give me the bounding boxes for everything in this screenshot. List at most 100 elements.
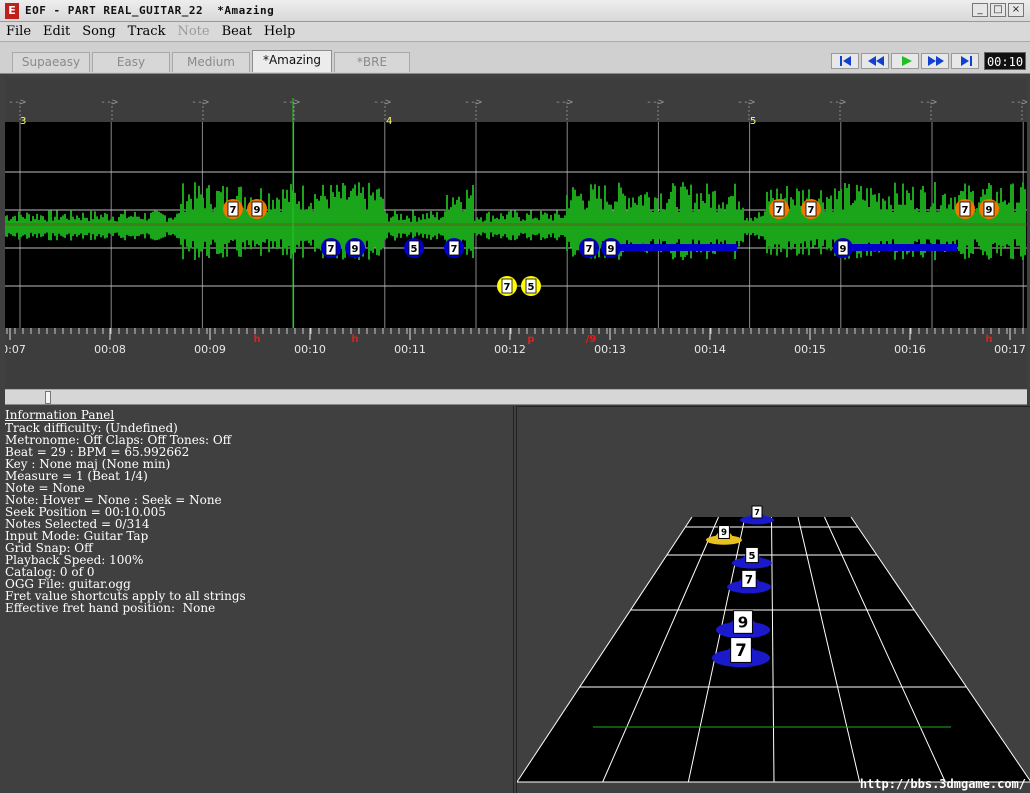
transport-controls: 00:10 <box>831 52 1026 70</box>
note-orange[interactable]: 7 <box>769 199 789 219</box>
time-label: 00:13 <box>594 343 626 356</box>
play-button[interactable] <box>891 53 919 69</box>
time-label: 00:08 <box>94 343 126 356</box>
menu-track[interactable]: Track <box>122 24 172 39</box>
minimize-button[interactable]: _ <box>972 3 988 17</box>
note-orange[interactable]: 9 <box>247 199 267 219</box>
note-blue[interactable]: 7 <box>579 238 599 258</box>
info-panel-title: Information Panel <box>5 408 115 422</box>
note-orange[interactable]: 7 <box>223 199 243 219</box>
note-blue[interactable]: 9 <box>833 238 853 258</box>
title-bar: E EOF - PART REAL_GUITAR_22 *Amazing _ □… <box>0 0 1030 22</box>
fast-forward-button[interactable] <box>921 53 949 69</box>
beat-arrow-label: --> <box>100 97 118 108</box>
time-label: 00:17 <box>994 343 1026 356</box>
menu-file[interactable]: File <box>0 24 37 39</box>
3d-note: 7 <box>740 505 774 525</box>
note-yellow[interactable]: 7 <box>497 276 517 296</box>
editor-canvas[interactable]: --> --> --> --> --> --> --> --> --> --> --> --> 3 4… <box>5 78 1027 388</box>
seek-end-button[interactable] <box>951 53 979 69</box>
fast-forward-icon <box>928 56 944 66</box>
svg-text:7: 7 <box>962 205 969 216</box>
measure-3-label: 3 <box>20 116 26 127</box>
note-blue[interactable]: 9 <box>345 238 365 258</box>
technique-marker: h <box>253 334 260 345</box>
seek-start-icon <box>840 56 851 66</box>
menu-bar: File Edit Song Track Note Beat Help <box>0 22 1030 42</box>
svg-text:9: 9 <box>608 244 615 255</box>
note-orange[interactable]: 7 <box>955 199 975 219</box>
seek-end-icon <box>961 56 972 66</box>
beat-arrow-label: --> <box>8 97 26 108</box>
svg-text:7: 7 <box>808 205 815 216</box>
tab-supaeasy[interactable]: Supaeasy <box>12 52 90 72</box>
tab-easy[interactable]: Easy <box>92 52 170 72</box>
time-label: 00:11 <box>394 343 426 356</box>
time-label: 00:10 <box>294 343 326 356</box>
beat-arrow-label: --> <box>919 97 937 108</box>
note-orange[interactable]: 7 <box>801 199 821 219</box>
time-label: 00:12 <box>494 343 526 356</box>
note-blue[interactable]: 7 <box>444 238 464 258</box>
time-label: 00:14 <box>694 343 726 356</box>
svg-text:7: 7 <box>504 282 511 293</box>
beat-arrow-label: --> <box>464 97 482 108</box>
menu-help[interactable]: Help <box>258 24 302 39</box>
note-blue[interactable]: 7 <box>321 238 341 258</box>
menu-edit[interactable]: Edit <box>37 24 76 39</box>
svg-text:7: 7 <box>586 244 593 255</box>
svg-text:7: 7 <box>735 641 747 660</box>
rewind-button[interactable] <box>861 53 889 69</box>
maximize-button[interactable]: □ <box>990 3 1006 17</box>
note-blue[interactable]: 5 <box>404 238 424 258</box>
menu-beat[interactable]: Beat <box>216 24 258 39</box>
time-label: 00:07 <box>5 343 26 356</box>
app-icon: E <box>5 2 19 19</box>
tab-medium[interactable]: Medium <box>172 52 250 72</box>
svg-text:7: 7 <box>776 205 783 216</box>
svg-text:9: 9 <box>721 528 727 538</box>
seek-thumb[interactable] <box>45 391 51 404</box>
svg-text:9: 9 <box>738 614 749 632</box>
svg-text:9: 9 <box>840 244 847 255</box>
svg-text:5: 5 <box>411 244 418 255</box>
menu-note[interactable]: Note <box>171 24 215 39</box>
3d-preview: 7 9 5 7 9 7 http://bbs.3dmgame.com/ <box>516 406 1030 793</box>
note-blue[interactable]: 9 <box>601 238 621 258</box>
seek-start-button[interactable] <box>831 53 859 69</box>
note-editor[interactable]: --> --> --> --> --> --> --> --> --> --> --> --> 3 4… <box>5 78 1027 388</box>
technique-marker: h <box>985 334 992 345</box>
beat-arrow-label: --> <box>373 97 391 108</box>
time-display: 00:10 <box>984 52 1026 70</box>
beat-arrow-label: --> <box>828 97 846 108</box>
tab-bre[interactable]: *BRE <box>334 52 410 72</box>
beat-arrow-label: --> <box>555 97 573 108</box>
technique-marker: /9 <box>586 334 597 345</box>
beat-arrow-label: --> <box>191 97 209 108</box>
beat-arrow-label: --> <box>737 97 755 108</box>
technique-marker: p <box>527 334 534 345</box>
svg-text:7: 7 <box>328 244 335 255</box>
svg-text:7: 7 <box>451 244 458 255</box>
window-title: EOF - PART REAL_GUITAR_22 *Amazing <box>25 4 275 17</box>
tab-amazing[interactable]: *Amazing <box>252 50 332 72</box>
time-label: 00:09 <box>194 343 226 356</box>
information-panel: Information Panel Track difficulty: (Und… <box>0 406 514 793</box>
time-label: 00:16 <box>894 343 926 356</box>
note-orange[interactable]: 9 <box>979 199 999 219</box>
note-yellow[interactable]: 5 <box>521 276 541 296</box>
seek-scrollbar[interactable] <box>5 389 1027 405</box>
watermark: http://bbs.3dmgame.com/ <box>859 777 1026 791</box>
svg-text:7: 7 <box>230 205 237 216</box>
beat-arrow-label: --> <box>646 97 664 108</box>
svg-text:7: 7 <box>754 508 760 517</box>
beat-arrow-label: --> <box>1010 97 1027 108</box>
close-button[interactable]: × <box>1008 3 1024 17</box>
menu-song[interactable]: Song <box>76 24 121 39</box>
time-label: 00:15 <box>794 343 826 356</box>
svg-text:7: 7 <box>745 572 753 586</box>
svg-text:9: 9 <box>352 244 359 255</box>
technique-marker: h <box>351 334 358 345</box>
svg-text:5: 5 <box>748 551 755 562</box>
play-icon <box>902 56 912 66</box>
